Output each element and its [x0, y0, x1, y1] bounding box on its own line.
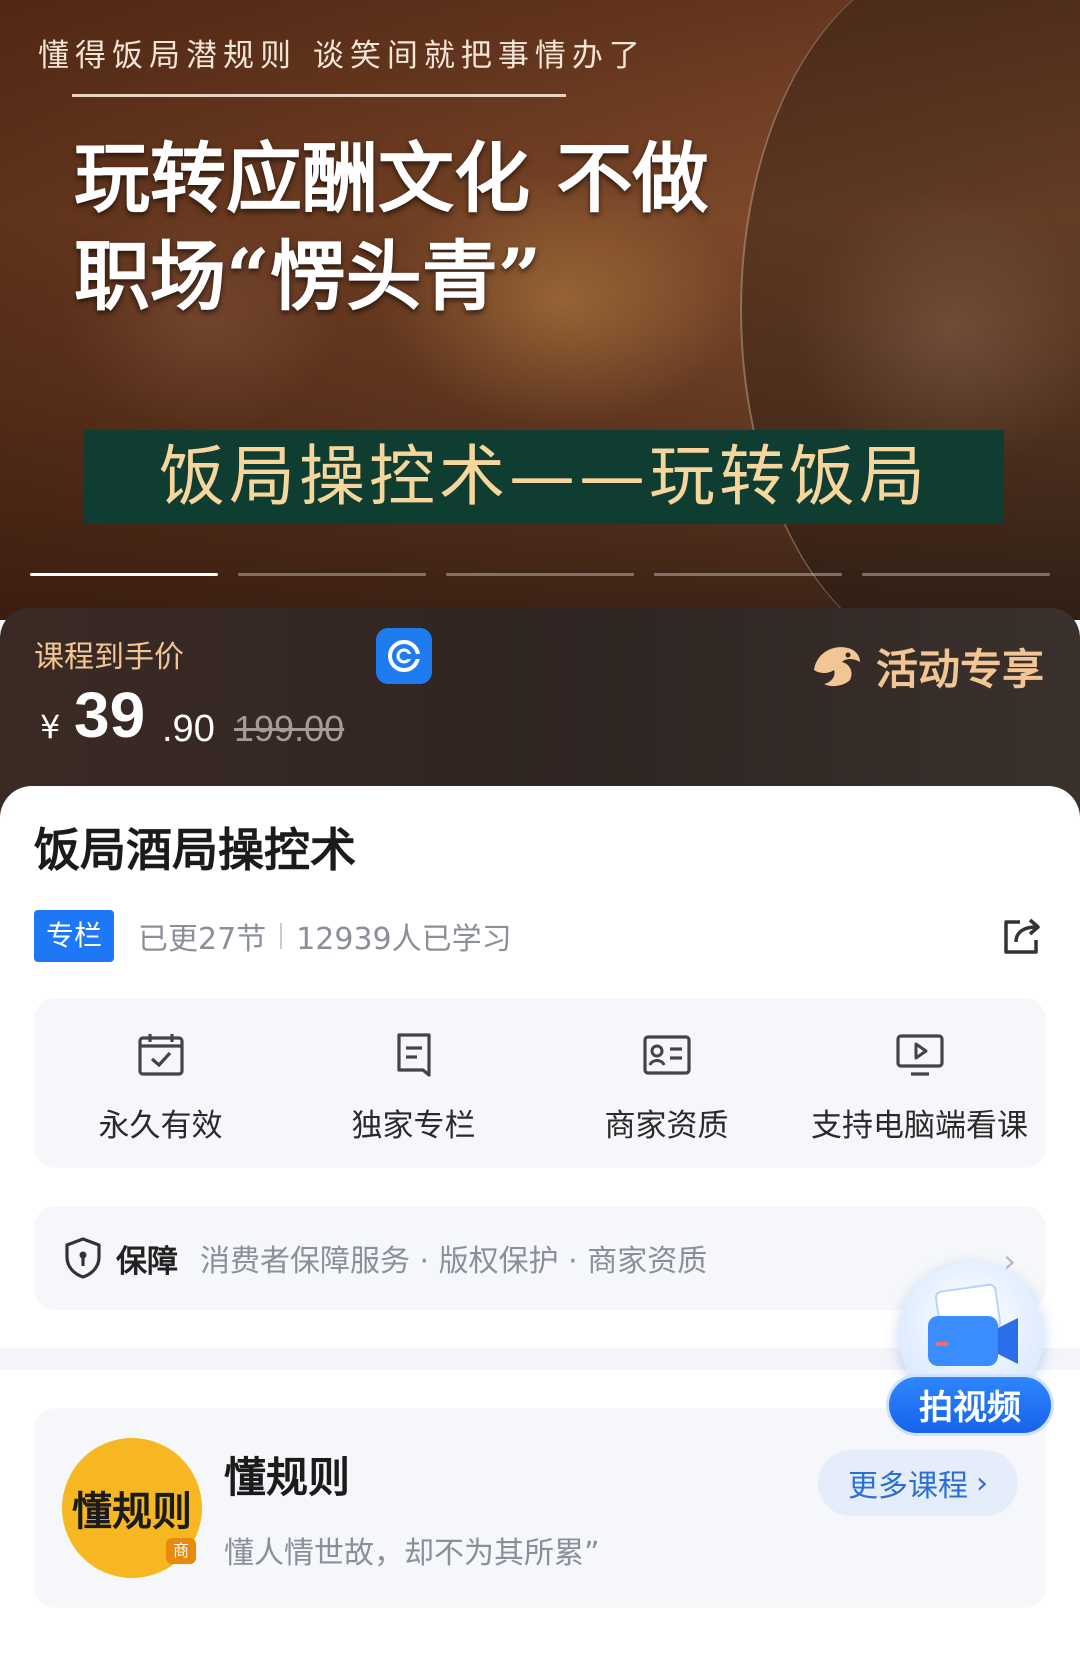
banner-decorative-curve	[740, 0, 1080, 620]
share-icon	[1004, 918, 1040, 954]
carousel-dot[interactable]	[238, 573, 426, 576]
shoot-video-label: 拍视频	[886, 1374, 1054, 1436]
author-description: 懂人情世故，却不为其所累”	[224, 1536, 600, 1571]
promo-text: 活动专享	[875, 645, 1044, 694]
feature-item: 永久有效	[34, 998, 287, 1168]
banner-tagline: 懂得饭局潜规则 谈笑间就把事情办了	[38, 38, 646, 74]
price-currency: ¥	[40, 708, 61, 746]
banner-headline-line1: 玩转应酬文化 不做	[74, 134, 709, 223]
shield-icon	[65, 1237, 101, 1279]
monitor-play-icon	[895, 1034, 944, 1076]
course-banner[interactable]: 懂得饭局潜规则 谈笑间就把事情办了 玩转应酬文化 不做 职场“愣头青” 饭局操控…	[0, 0, 1080, 620]
author-name: 懂规则	[224, 1453, 351, 1502]
carousel-dot[interactable]	[446, 573, 634, 576]
price-decimal: .90	[162, 708, 215, 750]
course-meta: 专栏 已更27节 12939人已学习	[34, 910, 512, 962]
feature-list: 永久有效 独家专栏 商家资质 支持电脑端看课	[34, 998, 1046, 1168]
bookmark-icon	[396, 1033, 431, 1077]
more-courses-button[interactable]: 更多课程 ›	[818, 1450, 1018, 1516]
share-button[interactable]	[998, 912, 1046, 960]
calendar-check-icon	[137, 1034, 184, 1076]
app-logo-icon	[376, 628, 432, 684]
carousel-dot[interactable]	[862, 573, 1050, 576]
feature-item: 商家资质	[540, 998, 793, 1168]
feature-label: 永久有效	[98, 1108, 223, 1144]
meta-divider	[280, 923, 283, 949]
author-avatar-text: 懂规则	[72, 1488, 192, 1535]
price-label: 课程到手价	[34, 640, 184, 675]
banner-headline-line2: 职场“愣头青”	[74, 232, 542, 321]
banner-headline: 玩转应酬文化 不做 职场“愣头青”	[74, 130, 708, 326]
original-price: 199.00	[234, 708, 345, 749]
carousel-dot[interactable]	[654, 573, 842, 576]
shoot-video-button[interactable]: 拍视频	[886, 1262, 1054, 1442]
column-badge: 专栏	[34, 910, 115, 962]
feature-item: 支持电脑端看课	[793, 998, 1046, 1168]
price-integer: 39	[74, 679, 146, 751]
feature-item: 独家专栏	[287, 998, 540, 1168]
promo-bird-icon	[810, 640, 864, 694]
guarantee-items: 消费者保障服务 · 版权保护 · 商家资质	[200, 1244, 708, 1279]
author-avatar[interactable]: 懂规则 商	[62, 1438, 202, 1578]
course-title: 饭局酒局操控术	[34, 823, 356, 877]
feature-label: 支持电脑端看课	[811, 1108, 1028, 1144]
id-card-icon	[642, 1035, 691, 1075]
guarantee-title: 保障	[116, 1243, 178, 1280]
carousel-dot[interactable]	[30, 573, 218, 576]
carousel-indicator	[30, 573, 1050, 577]
banner-strip-text: 饭局操控术——玩转饭局	[159, 438, 929, 515]
banner-tagline-underline	[72, 94, 566, 97]
more-courses-label: 更多课程	[848, 1469, 968, 1504]
merchant-tag: 商	[166, 1538, 196, 1564]
feature-label: 商家资质	[604, 1108, 729, 1144]
chevron-right-icon: ›	[976, 1465, 988, 1501]
feature-label: 独家专栏	[351, 1108, 476, 1144]
promo-badge: 活动专享	[810, 636, 1044, 697]
learner-count: 12939人已学习	[296, 922, 512, 957]
course-info-card: 饭局酒局操控术 专栏 已更27节 12939人已学习 永久有效 独家专栏 商家资…	[0, 786, 1080, 1674]
update-count: 已更27节	[138, 922, 267, 957]
banner-strip: 饭局操控术——玩转饭局	[84, 430, 1004, 524]
